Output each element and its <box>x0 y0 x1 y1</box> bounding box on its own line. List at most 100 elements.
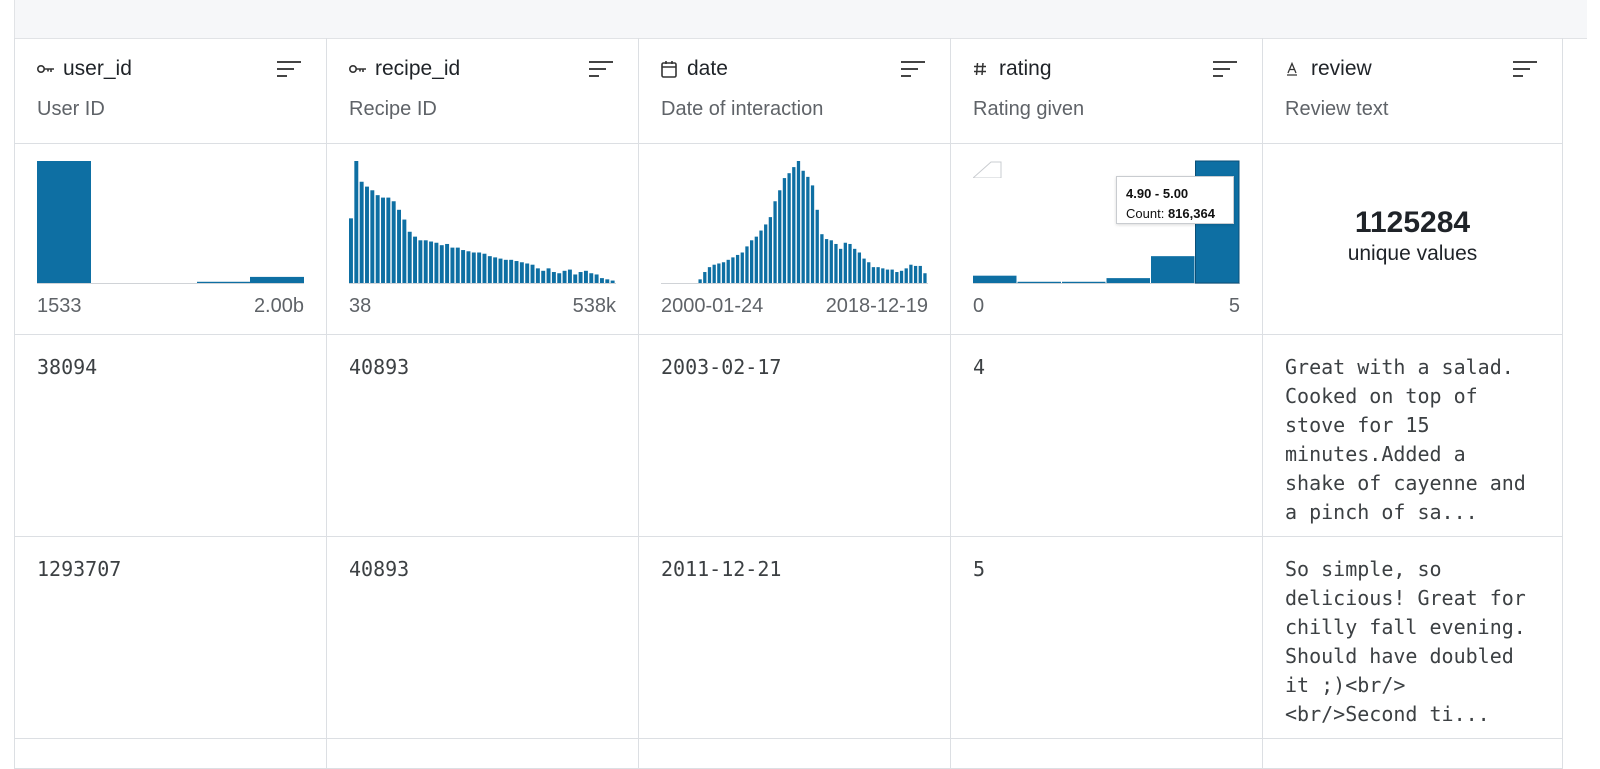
histogram-bar[interactable] <box>862 258 866 283</box>
histogram-bar[interactable] <box>754 236 758 283</box>
histogram-bar[interactable] <box>519 262 524 283</box>
histogram-bar[interactable] <box>876 267 880 283</box>
table-cell[interactable] <box>639 739 951 769</box>
histogram-chart[interactable] <box>661 160 928 284</box>
histogram-bar[interactable] <box>546 268 551 283</box>
histogram-bar[interactable] <box>541 270 546 283</box>
histogram-bar[interactable] <box>834 243 838 283</box>
histogram-bar[interactable] <box>509 259 514 283</box>
histogram-bar[interactable] <box>493 257 498 283</box>
histogram-bar[interactable] <box>768 217 773 283</box>
histogram-bar[interactable] <box>913 265 918 283</box>
column-header-review[interactable]: review Review text <box>1263 38 1563 144</box>
histogram-bar[interactable] <box>514 261 519 283</box>
table-cell[interactable]: 40893 <box>327 537 639 739</box>
sort-icon[interactable] <box>1512 60 1538 78</box>
histogram-bar[interactable] <box>423 240 428 283</box>
histogram-bar[interactable] <box>717 263 721 283</box>
histogram-bar[interactable] <box>778 190 782 283</box>
histogram-bar[interactable] <box>610 280 615 283</box>
table-cell-review[interactable]: So simple, so delicious! Great for chill… <box>1263 537 1563 739</box>
histogram-bar[interactable] <box>594 274 599 283</box>
histogram-bar[interactable] <box>782 178 787 283</box>
histogram-bar[interactable] <box>578 272 583 283</box>
histogram-bar[interactable] <box>487 256 492 283</box>
sort-icon[interactable] <box>276 60 302 78</box>
histogram-bar[interactable] <box>909 264 913 283</box>
table-cell-review[interactable]: Great with a salad. Cooked on top of sto… <box>1263 335 1563 537</box>
histogram-bar[interactable] <box>904 268 908 283</box>
table-cell[interactable]: 40893 <box>327 335 639 537</box>
column-header-rating[interactable]: rating Rating given <box>951 38 1263 144</box>
histogram-bar[interactable] <box>503 259 508 283</box>
histogram-bar[interactable] <box>824 239 829 283</box>
histogram-bar[interactable] <box>1062 281 1106 283</box>
histogram-bar[interactable] <box>726 259 730 283</box>
table-cell[interactable]: 2011-12-21 <box>639 537 951 739</box>
histogram-bar[interactable] <box>471 252 476 284</box>
histogram-bar[interactable] <box>482 253 487 283</box>
histogram-bar[interactable] <box>885 269 890 283</box>
histogram-bar[interactable] <box>843 242 847 283</box>
histogram-bar[interactable] <box>413 236 418 283</box>
histogram-bar[interactable] <box>703 272 707 283</box>
histogram-bar[interactable] <box>848 243 852 283</box>
table-cell[interactable] <box>1263 739 1563 769</box>
histogram-bar[interactable] <box>375 195 380 283</box>
histogram-bar[interactable] <box>498 258 503 283</box>
histogram-bar[interactable] <box>349 218 353 283</box>
histogram-bar[interactable] <box>745 246 749 283</box>
histogram-bar[interactable] <box>567 269 572 283</box>
histogram-chart[interactable] <box>37 160 304 284</box>
histogram-bar[interactable] <box>857 252 862 284</box>
sort-icon[interactable] <box>588 60 614 78</box>
histogram-bar[interactable] <box>381 197 385 283</box>
histogram-bar[interactable] <box>557 273 562 283</box>
histogram-bar[interactable] <box>418 240 423 283</box>
histogram-bar[interactable] <box>1017 281 1062 283</box>
histogram-user-id[interactable]: 1533 2.00b <box>15 144 327 335</box>
histogram-bar[interactable] <box>867 262 871 283</box>
histogram-bar[interactable] <box>530 264 535 283</box>
column-header-user-id[interactable]: user_id User ID <box>15 38 327 144</box>
histogram-bar[interactable] <box>407 231 412 283</box>
histogram-bar[interactable] <box>698 279 702 283</box>
histogram-bar[interactable] <box>815 209 819 283</box>
histogram-bar[interactable] <box>853 248 857 283</box>
histogram-bar[interactable] <box>365 186 369 283</box>
histogram-bar[interactable] <box>391 201 396 283</box>
histogram-bar[interactable] <box>881 268 885 283</box>
histogram-bar[interactable] <box>605 279 610 283</box>
histogram-bar[interactable] <box>551 272 556 283</box>
column-header-date[interactable]: date Date of interaction <box>639 38 951 144</box>
histogram-bar[interactable] <box>764 224 768 283</box>
histogram-bar[interactable] <box>1106 278 1151 283</box>
histogram-bar[interactable] <box>820 234 824 283</box>
histogram-bar[interactable] <box>839 248 843 283</box>
histogram-bar[interactable] <box>589 273 594 283</box>
histogram-bar[interactable] <box>810 185 815 283</box>
histogram-bar[interactable] <box>871 267 876 283</box>
histogram-bar[interactable] <box>740 252 744 284</box>
histogram-bar[interactable] <box>402 219 407 283</box>
histogram-bar[interactable] <box>477 252 482 284</box>
sort-icon[interactable] <box>900 60 926 78</box>
histogram-bar[interactable] <box>806 176 810 283</box>
histogram-recipe-id[interactable]: 38 538k <box>327 144 639 335</box>
histogram-bar[interactable] <box>712 264 716 283</box>
histogram-bar[interactable] <box>429 241 434 283</box>
histogram-bar[interactable] <box>759 230 763 283</box>
column-header-recipe-id[interactable]: recipe_id Recipe ID <box>327 38 639 144</box>
histogram-bar[interactable] <box>386 197 391 283</box>
sort-icon[interactable] <box>1212 60 1238 78</box>
histogram-date[interactable]: 2000-01-24 2018-12-19 <box>639 144 951 335</box>
table-cell[interactable] <box>327 739 639 769</box>
histogram-bar[interactable] <box>397 209 401 283</box>
histogram-bar[interactable] <box>461 250 466 283</box>
histogram-bar[interactable] <box>445 243 450 283</box>
histogram-bar[interactable] <box>359 181 364 283</box>
table-cell[interactable]: 2003-02-17 <box>639 335 951 537</box>
histogram-bar[interactable] <box>731 257 735 283</box>
histogram-bar[interactable] <box>250 276 304 283</box>
histogram-rating[interactable]: 4.90 - 5.00 Count: 816,364 0 5 <box>951 144 1263 335</box>
